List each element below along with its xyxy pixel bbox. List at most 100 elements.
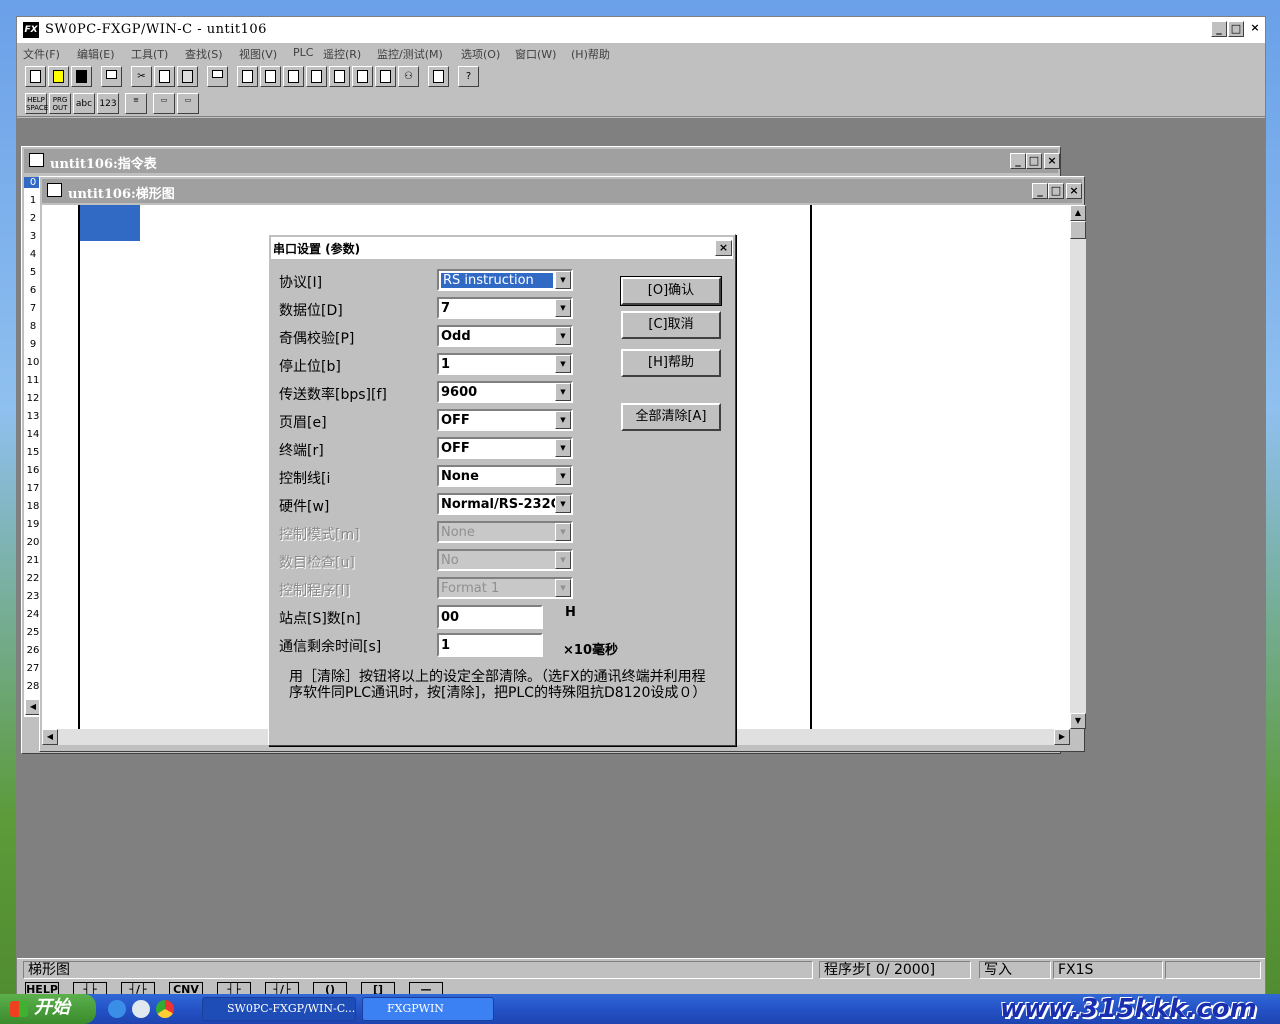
dropdown-arrow-icon: ▼: [555, 579, 571, 597]
binoculars-icon[interactable]: ⚇: [398, 66, 419, 87]
scroll-left-arrow[interactable]: ◀: [42, 729, 58, 745]
terminator-select[interactable]: OFF ▼: [437, 437, 573, 459]
scroll-up-arrow[interactable]: ▲: [1070, 205, 1086, 221]
find-step-icon[interactable]: [283, 66, 304, 87]
browser-icon[interactable]: [132, 1000, 150, 1018]
il-close-button[interactable]: ×: [1044, 153, 1060, 169]
timeout-input[interactable]: 1: [437, 633, 543, 657]
find-instruction-icon[interactable]: [329, 66, 350, 87]
monitor-icon[interactable]: ▭: [153, 93, 175, 114]
save-icon[interactable]: [71, 66, 92, 87]
mode-toolbar: HELP SPACE PRG OUT abc 123 ≡ ▭ ▭: [17, 91, 1265, 117]
header-select[interactable]: OFF ▼: [437, 409, 573, 431]
il-maximize-button[interactable]: □: [1026, 153, 1042, 169]
dropdown-arrow-icon[interactable]: ▼: [555, 495, 571, 513]
ladder-vertical-scrollbar[interactable]: ▲ ▼: [1070, 205, 1086, 729]
minimize-button[interactable]: _: [1211, 21, 1227, 37]
find-contact-icon[interactable]: [352, 66, 373, 87]
goto-end-icon[interactable]: [260, 66, 281, 87]
dialog-titlebar[interactable]: 串口设置 (参数) ×: [271, 237, 733, 259]
ladder-minimize-button[interactable]: _: [1032, 183, 1048, 199]
task-fxgp[interactable]: SW0PC-FXGP/WIN-C...: [202, 997, 356, 1021]
field-control-mode: 控制模式[m] None ▼: [279, 521, 719, 543]
window-switch-icon[interactable]: [428, 66, 449, 87]
prg-out-button[interactable]: PRG OUT: [49, 93, 71, 114]
scroll-right-arrow[interactable]: ▶: [1054, 729, 1070, 745]
parity-select[interactable]: Odd ▼: [437, 325, 573, 347]
menu-tools[interactable]: 工具(T): [131, 46, 168, 62]
menu-help[interactable]: (H)帮助: [571, 46, 610, 62]
dropdown-arrow-icon[interactable]: ▼: [555, 439, 571, 457]
ladder-window-icon: [47, 183, 62, 197]
new-file-icon[interactable]: [25, 66, 46, 87]
field-label: 通信剩余时间[s]: [279, 639, 382, 655]
close-button[interactable]: ×: [1247, 21, 1263, 37]
start-button[interactable]: 开始: [0, 994, 96, 1024]
find-coil-icon[interactable]: [375, 66, 396, 87]
dropdown-arrow-icon[interactable]: ▼: [555, 383, 571, 401]
ie-icon[interactable]: [108, 1000, 126, 1018]
clear-all-button[interactable]: 全部清除[A]: [621, 403, 721, 431]
dropdown-arrow-icon[interactable]: ▼: [555, 327, 571, 345]
dropdown-arrow-icon[interactable]: ▼: [555, 411, 571, 429]
ladder-close-button[interactable]: ×: [1066, 183, 1082, 199]
help-button[interactable]: [H]帮助: [621, 349, 721, 377]
ladder-titlebar[interactable]: untit106:梯形图 _ □ ×: [42, 179, 1082, 203]
goto-top-icon[interactable]: [237, 66, 258, 87]
help-space-button[interactable]: HELP SPACE: [25, 93, 48, 114]
numeric-button[interactable]: 123: [97, 93, 119, 114]
chrome-icon[interactable]: [156, 1000, 174, 1018]
task-fxgpwin[interactable]: FXGPWIN: [362, 997, 494, 1021]
control-procedure-select: Format 1 ▼: [437, 577, 573, 599]
cancel-button[interactable]: [C]取消: [621, 311, 721, 339]
hardware-select[interactable]: Normal/RS-232C ▼: [437, 493, 573, 515]
comment-button[interactable]: abc: [73, 93, 95, 114]
app-logo-icon: FX: [23, 22, 39, 38]
copy-icon[interactable]: [154, 66, 175, 87]
scroll-thumb[interactable]: [1070, 221, 1086, 239]
transfer-icon[interactable]: [207, 66, 228, 87]
field-control-line: 控制线[i None ▼: [279, 465, 719, 487]
combo-value: RS instruction: [441, 273, 553, 288]
dropdown-arrow-icon[interactable]: ▼: [555, 299, 571, 317]
watermark: www.315kkk.com: [1000, 994, 1257, 1024]
app-titlebar[interactable]: FX SW0PC-FXGP/WIN-C - untit106 _ □ ×: [17, 17, 1265, 43]
paste-icon[interactable]: [177, 66, 198, 87]
open-file-icon[interactable]: [48, 66, 69, 87]
baud-rate-select[interactable]: 9600 ▼: [437, 381, 573, 403]
stop-bits-select[interactable]: 1 ▼: [437, 353, 573, 375]
instruction-list-titlebar[interactable]: untit106:指令表 _ □ ×: [24, 149, 1060, 173]
cut-icon[interactable]: ✂: [131, 66, 152, 87]
menu-monitor[interactable]: 监控/测试(M): [377, 46, 443, 62]
control-line-select[interactable]: None ▼: [437, 465, 573, 487]
protocol-select[interactable]: RS instruction ▼: [437, 269, 573, 291]
test-icon[interactable]: ▭: [177, 93, 199, 114]
menu-window[interactable]: 窗口(W): [515, 46, 556, 62]
il-minimize-button[interactable]: _: [1010, 153, 1026, 169]
find-device-icon[interactable]: [306, 66, 327, 87]
menu-remote[interactable]: 遥控(R): [323, 46, 361, 62]
help-icon[interactable]: ?: [458, 66, 479, 87]
dialog-close-button[interactable]: ×: [715, 240, 732, 256]
maximize-button[interactable]: □: [1228, 21, 1244, 37]
dropdown-arrow-icon[interactable]: ▼: [555, 467, 571, 485]
print-icon[interactable]: [101, 66, 122, 87]
data-bits-select[interactable]: 7 ▼: [437, 297, 573, 319]
combo-value: OFF: [441, 441, 470, 456]
dropdown-arrow-icon[interactable]: ▼: [555, 355, 571, 373]
menu-view[interactable]: 视图(V): [239, 46, 277, 62]
menu-edit[interactable]: 编辑(E): [77, 46, 115, 62]
menu-find[interactable]: 查找(S): [185, 46, 223, 62]
list-view-icon[interactable]: ≡: [125, 93, 147, 114]
field-label: 站点[S]数[n]: [279, 611, 361, 627]
ladder-maximize-button[interactable]: □: [1048, 183, 1064, 199]
ok-button[interactable]: [O]确认: [620, 276, 722, 306]
menu-options[interactable]: 选项(O): [461, 46, 500, 62]
menu-file[interactable]: 文件(F): [23, 46, 60, 62]
menu-plc[interactable]: PLC: [293, 46, 313, 59]
sum-check-select: No ▼: [437, 549, 573, 571]
field-sum-check: 数目检查[u] No ▼: [279, 549, 719, 571]
dropdown-arrow-icon[interactable]: ▼: [555, 271, 571, 289]
scroll-down-arrow[interactable]: ▼: [1070, 713, 1086, 729]
station-number-input[interactable]: 00: [437, 605, 543, 629]
